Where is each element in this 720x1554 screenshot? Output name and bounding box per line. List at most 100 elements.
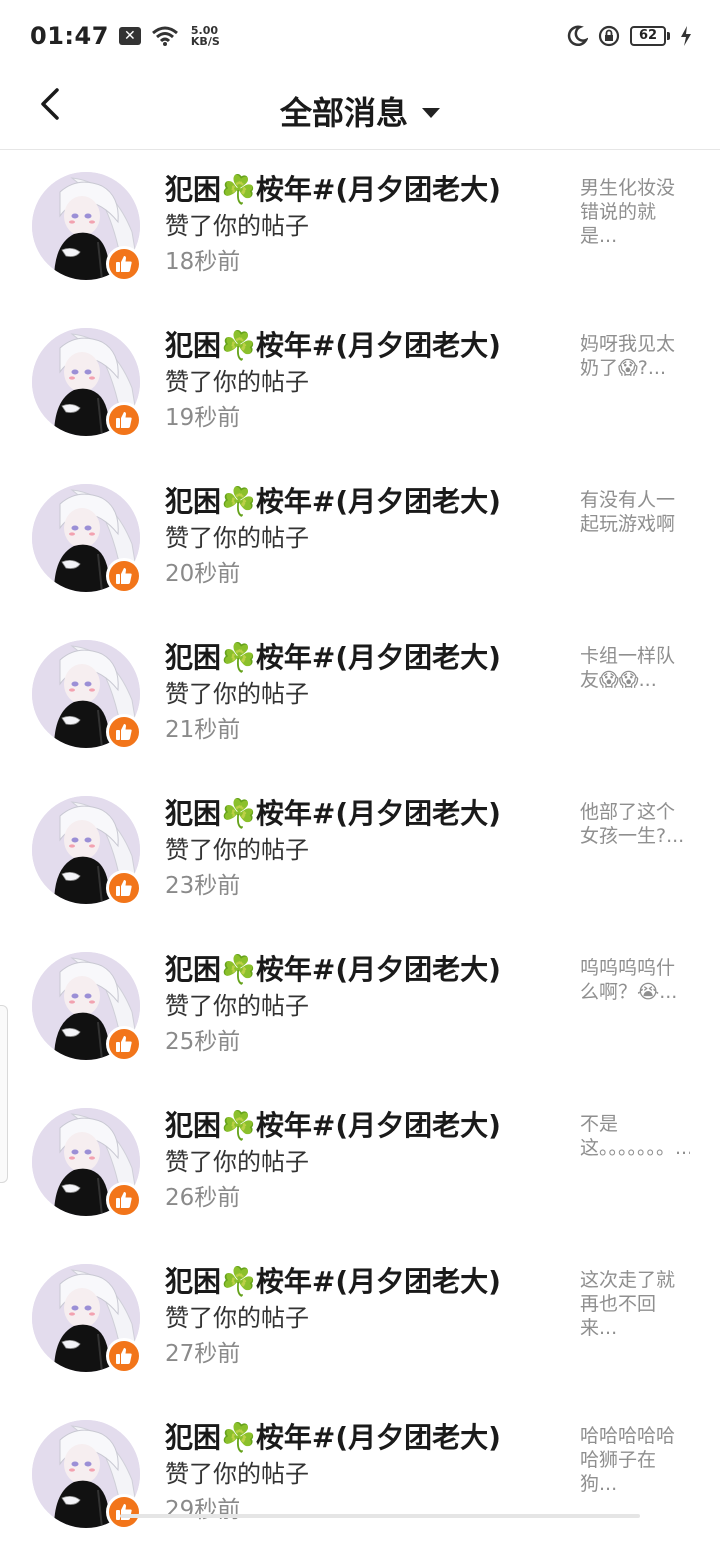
action-text: 赞了你的帖子	[165, 992, 309, 1020]
side-drawer-handle[interactable]	[0, 1005, 8, 1183]
message-item[interactable]: 犯困☘️桉年#(月夕团老大) 赞了你的帖子 26秒前 不是这。。。。。。。...	[0, 1086, 720, 1242]
action-text: 赞了你的帖子	[165, 1148, 309, 1176]
bottom-scroll-indicator	[120, 1514, 640, 1518]
message-content: 犯困☘️桉年#(月夕团老大) 赞了你的帖子 23秒前	[165, 796, 555, 904]
like-badge	[106, 246, 142, 282]
sender-name[interactable]: 犯困☘️桉年#(月夕团老大)	[165, 1420, 555, 1456]
thumbs-up-icon	[116, 1192, 132, 1208]
timestamp: 25秒前	[165, 1029, 241, 1055]
header: 全部消息	[0, 72, 720, 150]
message-content: 犯困☘️桉年#(月夕团老大) 赞了你的帖子 20秒前	[165, 484, 555, 592]
avatar-container[interactable]	[32, 796, 142, 906]
sender-name[interactable]: 犯困☘️桉年#(月夕团老大)	[165, 328, 555, 364]
message-item[interactable]: 犯困☘️桉年#(月夕团老大) 赞了你的帖子 29秒前 哈哈哈哈哈哈狮子在狗...	[0, 1398, 720, 1554]
like-badge	[106, 1494, 142, 1530]
message-content: 犯困☘️桉年#(月夕团老大) 赞了你的帖子 21秒前	[165, 640, 555, 748]
post-preview[interactable]: 这次走了就再也不回来...	[580, 1268, 690, 1340]
status-bar: 01:47 ✕ 5.00 KB/S 62	[0, 0, 720, 72]
sender-name[interactable]: 犯困☘️桉年#(月夕团老大)	[165, 796, 555, 832]
timestamp: 21秒前	[165, 717, 241, 743]
thumbs-up-icon	[116, 724, 132, 740]
battery-indicator: 62	[630, 26, 670, 46]
avatar-container[interactable]	[32, 328, 142, 438]
timestamp: 26秒前	[165, 1185, 241, 1211]
avatar-container[interactable]	[32, 1108, 142, 1218]
avatar-container[interactable]	[32, 1420, 142, 1530]
sender-name[interactable]: 犯困☘️桉年#(月夕团老大)	[165, 172, 555, 208]
action-text: 赞了你的帖子	[165, 1460, 309, 1488]
post-preview[interactable]: 有没有人一起玩游戏啊	[580, 488, 690, 536]
thumbs-up-icon	[116, 568, 132, 584]
message-item[interactable]: 犯困☘️桉年#(月夕团老大) 赞了你的帖子 23秒前 他部了这个女孩一生?...	[0, 774, 720, 930]
message-content: 犯困☘️桉年#(月夕团老大) 赞了你的帖子 27秒前	[165, 1264, 555, 1372]
action-text: 赞了你的帖子	[165, 1304, 309, 1332]
avatar-container[interactable]	[32, 1264, 142, 1374]
wifi-icon	[151, 26, 178, 46]
net-speed: 5.00 KB/S	[191, 25, 220, 47]
thumbs-up-icon	[116, 880, 132, 896]
thumbs-up-icon	[116, 1504, 132, 1520]
avatar-container[interactable]	[32, 952, 142, 1062]
x-icon: ✕	[118, 27, 141, 45]
like-badge	[106, 1182, 142, 1218]
post-preview[interactable]: 男生化妆没错说的就是...	[580, 176, 690, 248]
chevron-left-icon	[41, 88, 59, 120]
timestamp: 20秒前	[165, 561, 241, 587]
back-button[interactable]	[30, 84, 70, 124]
sender-name[interactable]: 犯困☘️桉年#(月夕团老大)	[165, 1264, 555, 1300]
status-time: 01:47	[30, 22, 109, 50]
sender-name[interactable]: 犯困☘️桉年#(月夕团老大)	[165, 1108, 555, 1144]
message-content: 犯困☘️桉年#(月夕团老大) 赞了你的帖子 25秒前	[165, 952, 555, 1060]
battery-level: 62	[630, 26, 666, 46]
message-filter-dropdown[interactable]: 全部消息	[280, 88, 440, 134]
bolt-icon	[681, 26, 691, 46]
like-badge	[106, 1338, 142, 1374]
post-preview[interactable]: 他部了这个女孩一生?...	[580, 800, 690, 848]
action-text: 赞了你的帖子	[165, 524, 309, 552]
sender-name[interactable]: 犯困☘️桉年#(月夕团老大)	[165, 952, 555, 988]
timestamp: 27秒前	[165, 1341, 241, 1367]
thumbs-up-icon	[116, 1348, 132, 1364]
message-item[interactable]: 犯困☘️桉年#(月夕团老大) 赞了你的帖子 20秒前 有没有人一起玩游戏啊	[0, 462, 720, 618]
message-item[interactable]: 犯困☘️桉年#(月夕团老大) 赞了你的帖子 27秒前 这次走了就再也不回来...	[0, 1242, 720, 1398]
like-badge	[106, 402, 142, 438]
message-content: 犯困☘️桉年#(月夕团老大) 赞了你的帖子 19秒前	[165, 328, 555, 436]
message-item[interactable]: 犯困☘️桉年#(月夕团老大) 赞了你的帖子 18秒前 男生化妆没错说的就是...	[0, 150, 720, 306]
avatar-container[interactable]	[32, 484, 142, 594]
message-item[interactable]: 犯困☘️桉年#(月夕团老大) 赞了你的帖子 21秒前 卡组一样队友😱😱...	[0, 618, 720, 774]
lock-rotation-icon	[598, 25, 620, 47]
message-item[interactable]: 犯困☘️桉年#(月夕团老大) 赞了你的帖子 19秒前 妈呀我见太奶了😱?...	[0, 306, 720, 462]
timestamp: 29秒前	[165, 1497, 241, 1523]
action-text: 赞了你的帖子	[165, 212, 309, 240]
action-text: 赞了你的帖子	[165, 368, 309, 396]
message-list: 犯困☘️桉年#(月夕团老大) 赞了你的帖子 18秒前 男生化妆没错说的就是...	[0, 150, 720, 1554]
avatar-container[interactable]	[32, 172, 142, 282]
moon-icon	[567, 25, 588, 47]
caret-down-icon	[422, 107, 440, 118]
like-badge	[106, 1026, 142, 1062]
thumbs-up-icon	[116, 1036, 132, 1052]
post-preview[interactable]: 哈哈哈哈哈哈狮子在狗...	[580, 1424, 690, 1496]
avatar-container[interactable]	[32, 640, 142, 750]
like-badge	[106, 870, 142, 906]
message-item[interactable]: 犯困☘️桉年#(月夕团老大) 赞了你的帖子 25秒前 呜呜呜呜什么啊？😭...	[0, 930, 720, 1086]
page-title: 全部消息	[279, 93, 408, 132]
like-badge	[106, 714, 142, 750]
action-text: 赞了你的帖子	[165, 836, 309, 864]
timestamp: 18秒前	[165, 249, 241, 275]
sender-name[interactable]: 犯困☘️桉年#(月夕团老大)	[165, 484, 555, 520]
action-text: 赞了你的帖子	[165, 680, 309, 708]
like-badge	[106, 558, 142, 594]
message-content: 犯困☘️桉年#(月夕团老大) 赞了你的帖子 29秒前	[165, 1420, 555, 1528]
timestamp: 19秒前	[165, 405, 241, 431]
post-preview[interactable]: 不是这。。。。。。。...	[580, 1112, 690, 1160]
thumbs-up-icon	[116, 256, 132, 272]
message-content: 犯困☘️桉年#(月夕团老大) 赞了你的帖子 18秒前	[165, 172, 555, 280]
post-preview[interactable]: 卡组一样队友😱😱...	[580, 644, 690, 692]
post-preview[interactable]: 呜呜呜呜什么啊？😭...	[580, 956, 690, 1004]
timestamp: 23秒前	[165, 873, 241, 899]
thumbs-up-icon	[116, 412, 132, 428]
sender-name[interactable]: 犯困☘️桉年#(月夕团老大)	[165, 640, 555, 676]
post-preview[interactable]: 妈呀我见太奶了😱?...	[580, 332, 690, 380]
net-speed-unit: KB/S	[190, 35, 220, 48]
